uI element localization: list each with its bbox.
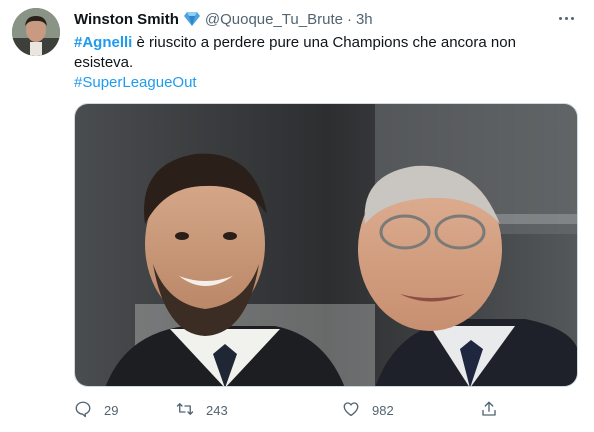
retweet-count: 243 [206, 402, 228, 418]
tweet-header: Winston Smith @Quoque_Tu_Brute · 3h [74, 9, 373, 29]
avatar[interactable] [12, 8, 60, 56]
retweet-button[interactable]: 243 [176, 400, 228, 421]
separator-dot: · [346, 10, 352, 28]
tweet-text: #Agnelli è riuscito a perdere pure una C… [74, 33, 574, 73]
tweet-timestamp[interactable]: 3h [356, 11, 373, 28]
heart-icon [342, 400, 360, 421]
reply-count: 29 [104, 402, 119, 418]
tweet-body: è riuscito a perdere pure una Champions … [74, 34, 516, 71]
reply-icon [74, 400, 92, 421]
tweet-photo[interactable] [74, 103, 578, 387]
retweet-icon [176, 400, 194, 421]
verified-diamond-icon [183, 11, 201, 27]
share-button[interactable] [480, 400, 498, 421]
share-icon [480, 400, 498, 421]
tweet-actions: 29 243 982 [74, 398, 514, 422]
author-name[interactable]: Winston Smith [74, 11, 179, 28]
like-count: 982 [372, 402, 394, 418]
hashtag-link[interactable]: #Agnelli [74, 34, 132, 51]
like-button[interactable]: 982 [342, 400, 394, 421]
author-handle[interactable]: @Quoque_Tu_Brute [205, 11, 343, 28]
hashtag-link[interactable]: #SuperLeagueOut [74, 73, 197, 93]
reply-button[interactable]: 29 [74, 400, 118, 421]
more-horizontal-icon[interactable] [554, 8, 578, 28]
